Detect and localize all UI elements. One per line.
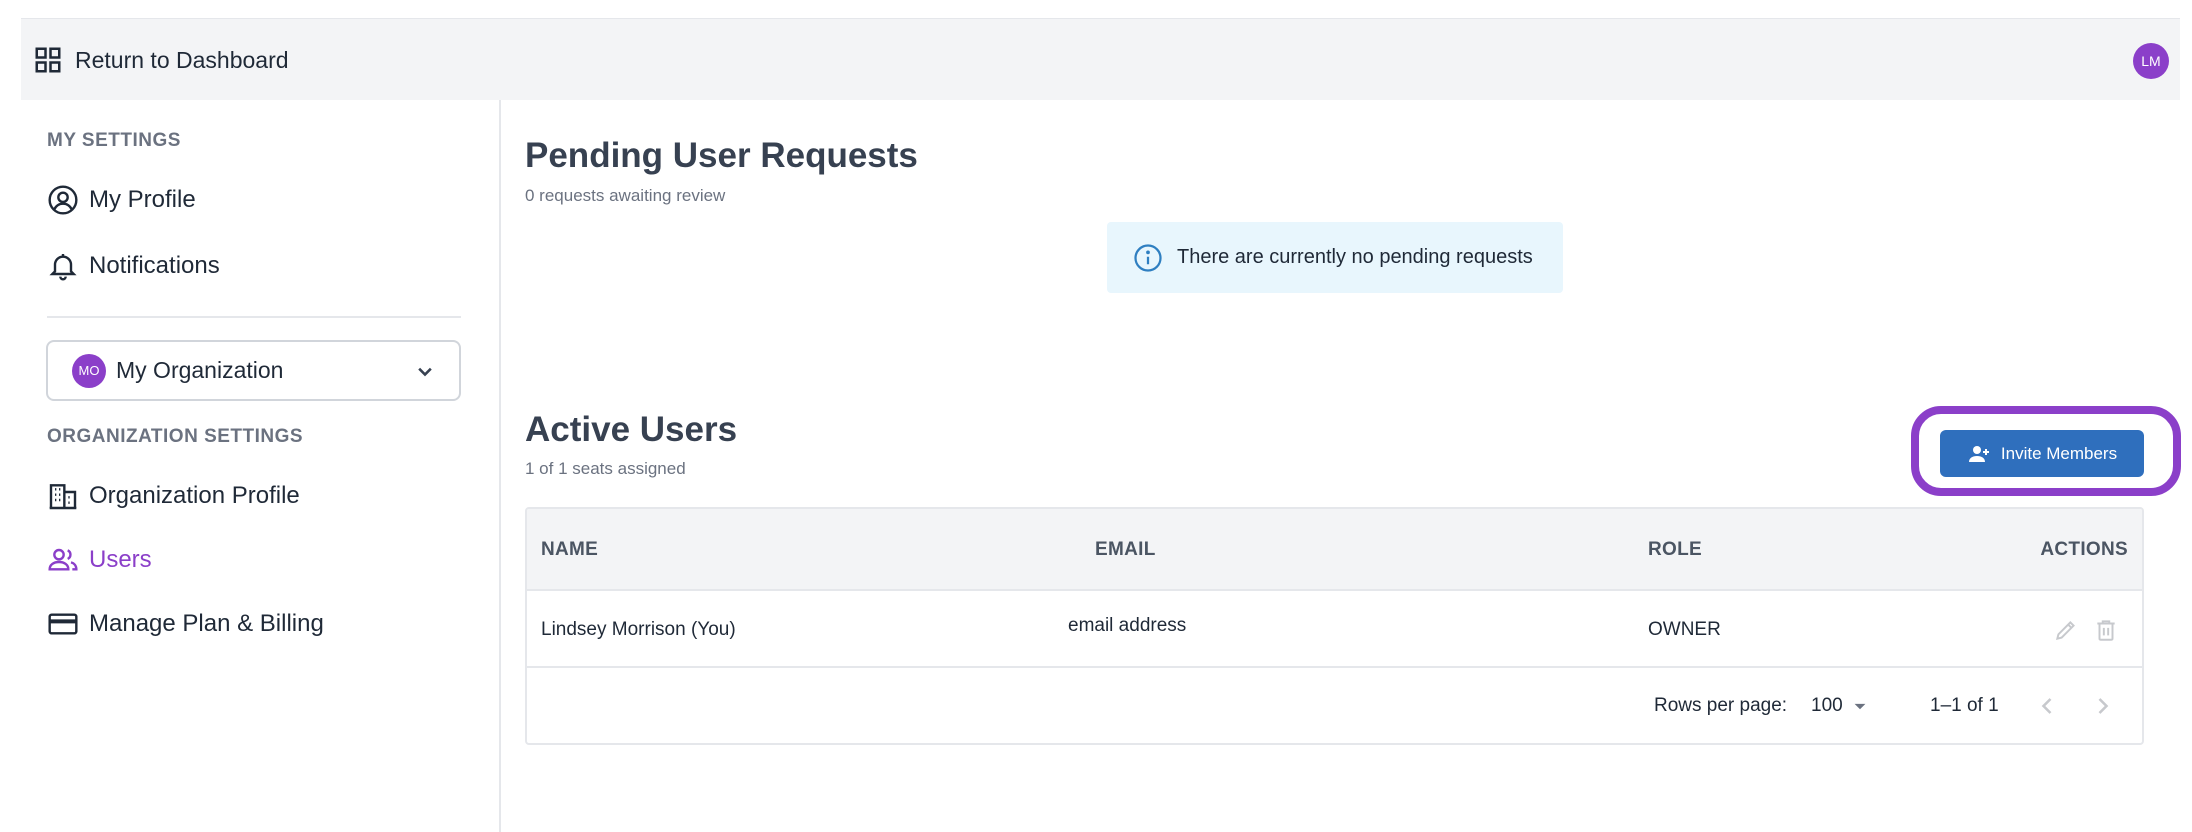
user-avatar[interactable]: LM [2133, 43, 2169, 79]
info-icon [1134, 243, 1162, 272]
sidebar-item-label: My Profile [89, 186, 196, 213]
org-name: My Organization [116, 357, 284, 383]
pending-requests-title: Pending User Requests [525, 136, 918, 175]
column-header-name[interactable]: NAME [541, 539, 598, 561]
pagination-range: 1–1 of 1 [1930, 695, 1999, 716]
table-row: Lindsey Morrison (You) email address OWN… [527, 591, 2142, 668]
user-name-cell: Lindsey Morrison (You) [541, 619, 736, 640]
sidebar-item-notifications[interactable]: Notifications [47, 246, 220, 286]
sidebar-item-users[interactable]: Users [47, 540, 152, 580]
invite-members-button[interactable]: Invite Members [1940, 430, 2144, 477]
users-table: NAME EMAIL ROLE ACTIONS Lindsey Morrison… [525, 507, 2144, 745]
credit-card-icon [48, 613, 78, 635]
active-users-title: Active Users [525, 410, 738, 449]
user-circle-icon [48, 185, 78, 215]
sidebar-item-label: Users [89, 546, 152, 573]
sidebar-divider [47, 316, 461, 318]
sidebar-item-organization-profile[interactable]: Organization Profile [47, 476, 300, 516]
grid-icon [35, 47, 61, 73]
sidebar-item-label: Manage Plan & Billing [89, 610, 324, 637]
rows-per-page-label: Rows per page: [1654, 695, 1788, 716]
sidebar-item-billing[interactable]: Manage Plan & Billing [47, 604, 324, 644]
pending-requests-subtitle: 0 requests awaiting review [525, 186, 726, 205]
add-user-icon [1968, 445, 1989, 462]
my-settings-heading: MY SETTINGS [47, 130, 181, 151]
table-pagination: Rows per page: 100 1–1 of 1 [527, 668, 2142, 743]
bell-icon [49, 254, 77, 281]
building-icon [49, 484, 77, 510]
edit-icon[interactable] [2053, 617, 2079, 643]
user-role-cell: OWNER [1648, 619, 1721, 640]
alert-message: There are currently no pending requests [1177, 246, 1533, 268]
chevron-right-icon[interactable] [2089, 692, 2117, 720]
return-to-dashboard-link[interactable]: Return to Dashboard [33, 19, 289, 101]
no-pending-requests-alert: There are currently no pending requests [1107, 222, 1563, 293]
chevron-left-icon[interactable] [2033, 692, 2061, 720]
user-email-cell: email address [1068, 615, 1187, 636]
organization-select[interactable]: MO My Organization [46, 340, 461, 401]
column-header-actions: ACTIONS [2040, 539, 2128, 560]
top-bar: Return to Dashboard LM [21, 18, 2180, 100]
organization-settings-heading: ORGANIZATION SETTINGS [47, 426, 304, 447]
return-to-dashboard-label: Return to Dashboard [75, 46, 289, 73]
column-header-role[interactable]: ROLE [1648, 539, 1702, 561]
sidebar-item-label: Organization Profile [89, 482, 300, 509]
org-avatar: MO [72, 353, 106, 388]
rows-per-page-value: 100 [1811, 695, 1843, 716]
column-header-email[interactable]: EMAIL [1095, 539, 1156, 561]
users-icon [48, 548, 78, 571]
sidebar-item-label: Notifications [89, 252, 220, 279]
chevron-down-icon [418, 367, 432, 376]
invite-members-label: Invite Members [2000, 443, 2118, 463]
rows-per-page-select[interactable]: 100 [1811, 693, 1873, 719]
table-header: NAME EMAIL ROLE ACTIONS [527, 509, 2142, 591]
caret-down-icon [1854, 703, 1866, 710]
sidebar: MY SETTINGS My Profile Notifications MO … [21, 100, 501, 832]
seats-assigned-subtitle: 1 of 1 seats assigned [525, 459, 686, 478]
delete-icon[interactable] [2093, 617, 2119, 643]
sidebar-item-my-profile[interactable]: My Profile [47, 180, 196, 220]
